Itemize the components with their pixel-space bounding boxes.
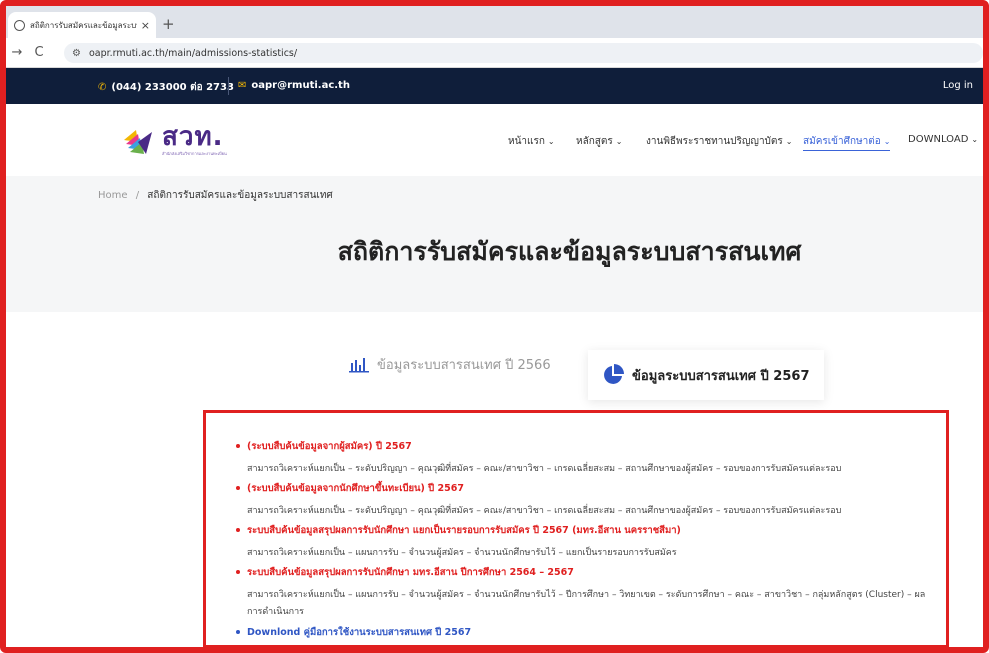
breadcrumb-current: สถิติการรับสมัครและข้อมูลระบบสารสนเทศ (147, 190, 333, 201)
tab-info-2567-label: ข้อมูลระบบสารสนเทศ ปี 2567 (632, 368, 810, 384)
breadcrumb-home[interactable]: Home (98, 190, 128, 201)
browser-tab[interactable]: สถิติการรับสมัครและข้อมูลระบบสารส × (8, 12, 156, 38)
info-links-panel: (ระบบสืบค้นข้อมูลจากผู้สมัคร) ปี 2567 สา… (203, 410, 949, 647)
tab-info-2566-label: ข้อมูลระบบสารสนเทศ ปี 2566 (377, 358, 551, 373)
menu-home-label: หน้าแรก (508, 136, 545, 147)
pie-chart-icon (604, 364, 624, 384)
breadcrumb: Home / สถิติการรับสมัครและข้อมูลระบบสารส… (98, 188, 333, 203)
item-description: สามารถวิเคราะห์แยกเป็น – ระดับปริญญา – ค… (247, 506, 842, 516)
back-button[interactable]: → (6, 45, 28, 60)
list-item: Downlond คู่มือการใช้งานระบบสารสนเทศ ปี … (236, 625, 471, 640)
logo-subtitle: สำนักส่งเสริมวิชาการและงานทะเบียน (162, 151, 227, 156)
site-topbar: ✆ (044) 233000 ต่อ 2733 ✉ oapr@rmuti.ac.… (6, 68, 983, 104)
menu-curriculum[interactable]: หลักสูตร ⌄ (576, 134, 622, 149)
url-input[interactable]: ⚙ oapr.rmuti.ac.th/main/admissions-stati… (64, 43, 983, 63)
item-link[interactable]: ระบบสืบค้นข้อมูลสรุปผลการรับนักศึกษา มทร… (247, 565, 574, 580)
manual-download-link[interactable]: Downlond คู่มือการใช้งานระบบสารสนเทศ ปี … (247, 625, 471, 640)
contact-email[interactable]: ✉ oapr@rmuti.ac.th (238, 80, 350, 91)
site-logo[interactable]: สวท. สำนักส่งเสริมวิชาการและงานทะเบียน (122, 124, 227, 157)
site-header: สวท. สำนักส่งเสริมวิชาการและงานทะเบียน ห… (6, 104, 983, 176)
list-item: (ระบบสืบค้นข้อมูลจากผู้สมัคร) ปี 2567 สา… (236, 439, 927, 478)
browser-address-bar: → C ⚙ oapr.rmuti.ac.th/main/admissions-s… (6, 38, 983, 68)
list-item: ระบบสืบค้นข้อมูลสรุปผลการรับนักศึกษา แยก… (236, 523, 927, 562)
phone-icon: ✆ (98, 82, 107, 93)
mail-icon: ✉ (238, 80, 247, 91)
screenshot-frame: สถิติการรับสมัครและข้อมูลระบบสารส × + → … (0, 0, 989, 653)
breadcrumb-separator: / (135, 190, 140, 201)
menu-graduation[interactable]: งานพิธีพระราชทานปริญญาบัตร ⌄ (646, 134, 792, 149)
globe-icon (14, 19, 25, 31)
login-link[interactable]: Log in (943, 80, 973, 91)
list-item: ระบบสืบค้นข้อมูลสรุปผลการรับนักศึกษา มทร… (236, 565, 927, 621)
item-link[interactable]: ระบบสืบค้นข้อมูลสรุปผลการรับนักศึกษา แยก… (247, 523, 681, 538)
topbar-divider (228, 77, 229, 95)
close-tab-icon[interactable]: × (141, 19, 150, 32)
item-description: สามารถวิเคราะห์แยกเป็น – ระดับปริญญา – ค… (247, 464, 842, 474)
menu-download-label: DOWNLOAD (908, 134, 969, 145)
bullet-icon (236, 486, 240, 490)
menu-home[interactable]: หน้าแรก ⌄ (508, 134, 555, 149)
chevron-down-icon: ⌄ (883, 137, 891, 146)
page-hero: Home / สถิติการรับสมัครและข้อมูลระบบสารส… (6, 176, 983, 312)
list-item: (ระบบสืบค้นข้อมูลจากนักศึกษาขึ้นทะเบียน)… (236, 481, 927, 520)
chevron-down-icon: ⌄ (971, 135, 979, 144)
chevron-down-icon: ⌄ (615, 137, 623, 146)
logo-text: สวท. (162, 122, 224, 152)
bullet-icon (236, 444, 240, 448)
menu-curriculum-label: หลักสูตร (576, 136, 613, 147)
page-title: สถิติการรับสมัครและข้อมูลระบบสารสนเทศ (337, 237, 802, 266)
browser-tab-title: สถิติการรับสมัครและข้อมูลระบบสารส (30, 20, 137, 30)
email-address: oapr@rmuti.ac.th (251, 80, 350, 91)
bullet-icon (236, 570, 240, 574)
url-text: oapr.rmuti.ac.th/main/admissions-statist… (88, 47, 298, 59)
chevron-down-icon: ⌄ (785, 137, 793, 146)
chevron-down-icon: ⌄ (547, 137, 555, 146)
item-link[interactable]: (ระบบสืบค้นข้อมูลจากนักศึกษาขึ้นทะเบียน)… (247, 481, 464, 496)
new-tab-button[interactable]: + (162, 15, 175, 33)
site-settings-icon[interactable]: ⚙ (72, 48, 81, 59)
menu-graduation-label: งานพิธีพระราชทานปริญญาบัตร (646, 136, 783, 147)
menu-download[interactable]: DOWNLOAD ⌄ (908, 134, 978, 145)
contact-phone[interactable]: ✆ (044) 233000 ต่อ 2733 (98, 80, 234, 95)
item-description: สามารถวิเคราะห์แยกเป็น – แผนการรับ – จำน… (247, 590, 926, 617)
item-link[interactable]: (ระบบสืบค้นข้อมูลจากผู้สมัคร) ปี 2567 (247, 439, 412, 454)
tab-info-2567[interactable]: ข้อมูลระบบสารสนเทศ ปี 2567 (588, 350, 824, 400)
phone-number: (044) 233000 ต่อ 2733 (111, 82, 234, 93)
menu-admission-label: สมัครเข้าศึกษาต่อ (803, 136, 881, 147)
bullet-icon (236, 630, 240, 634)
menu-admission[interactable]: สมัครเข้าศึกษาต่อ ⌄ (803, 134, 891, 151)
browser-tab-bar: สถิติการรับสมัครและข้อมูลระบบสารส × + (6, 6, 983, 38)
tab-info-2566[interactable]: ข้อมูลระบบสารสนเทศ ปี 2566 (349, 354, 551, 375)
reload-button[interactable]: C (28, 45, 50, 60)
book-logo-icon (124, 129, 152, 154)
item-description: สามารถวิเคราะห์แยกเป็น – แผนการรับ – จำน… (247, 548, 677, 558)
bar-chart-icon (349, 357, 369, 372)
bullet-icon (236, 528, 240, 532)
